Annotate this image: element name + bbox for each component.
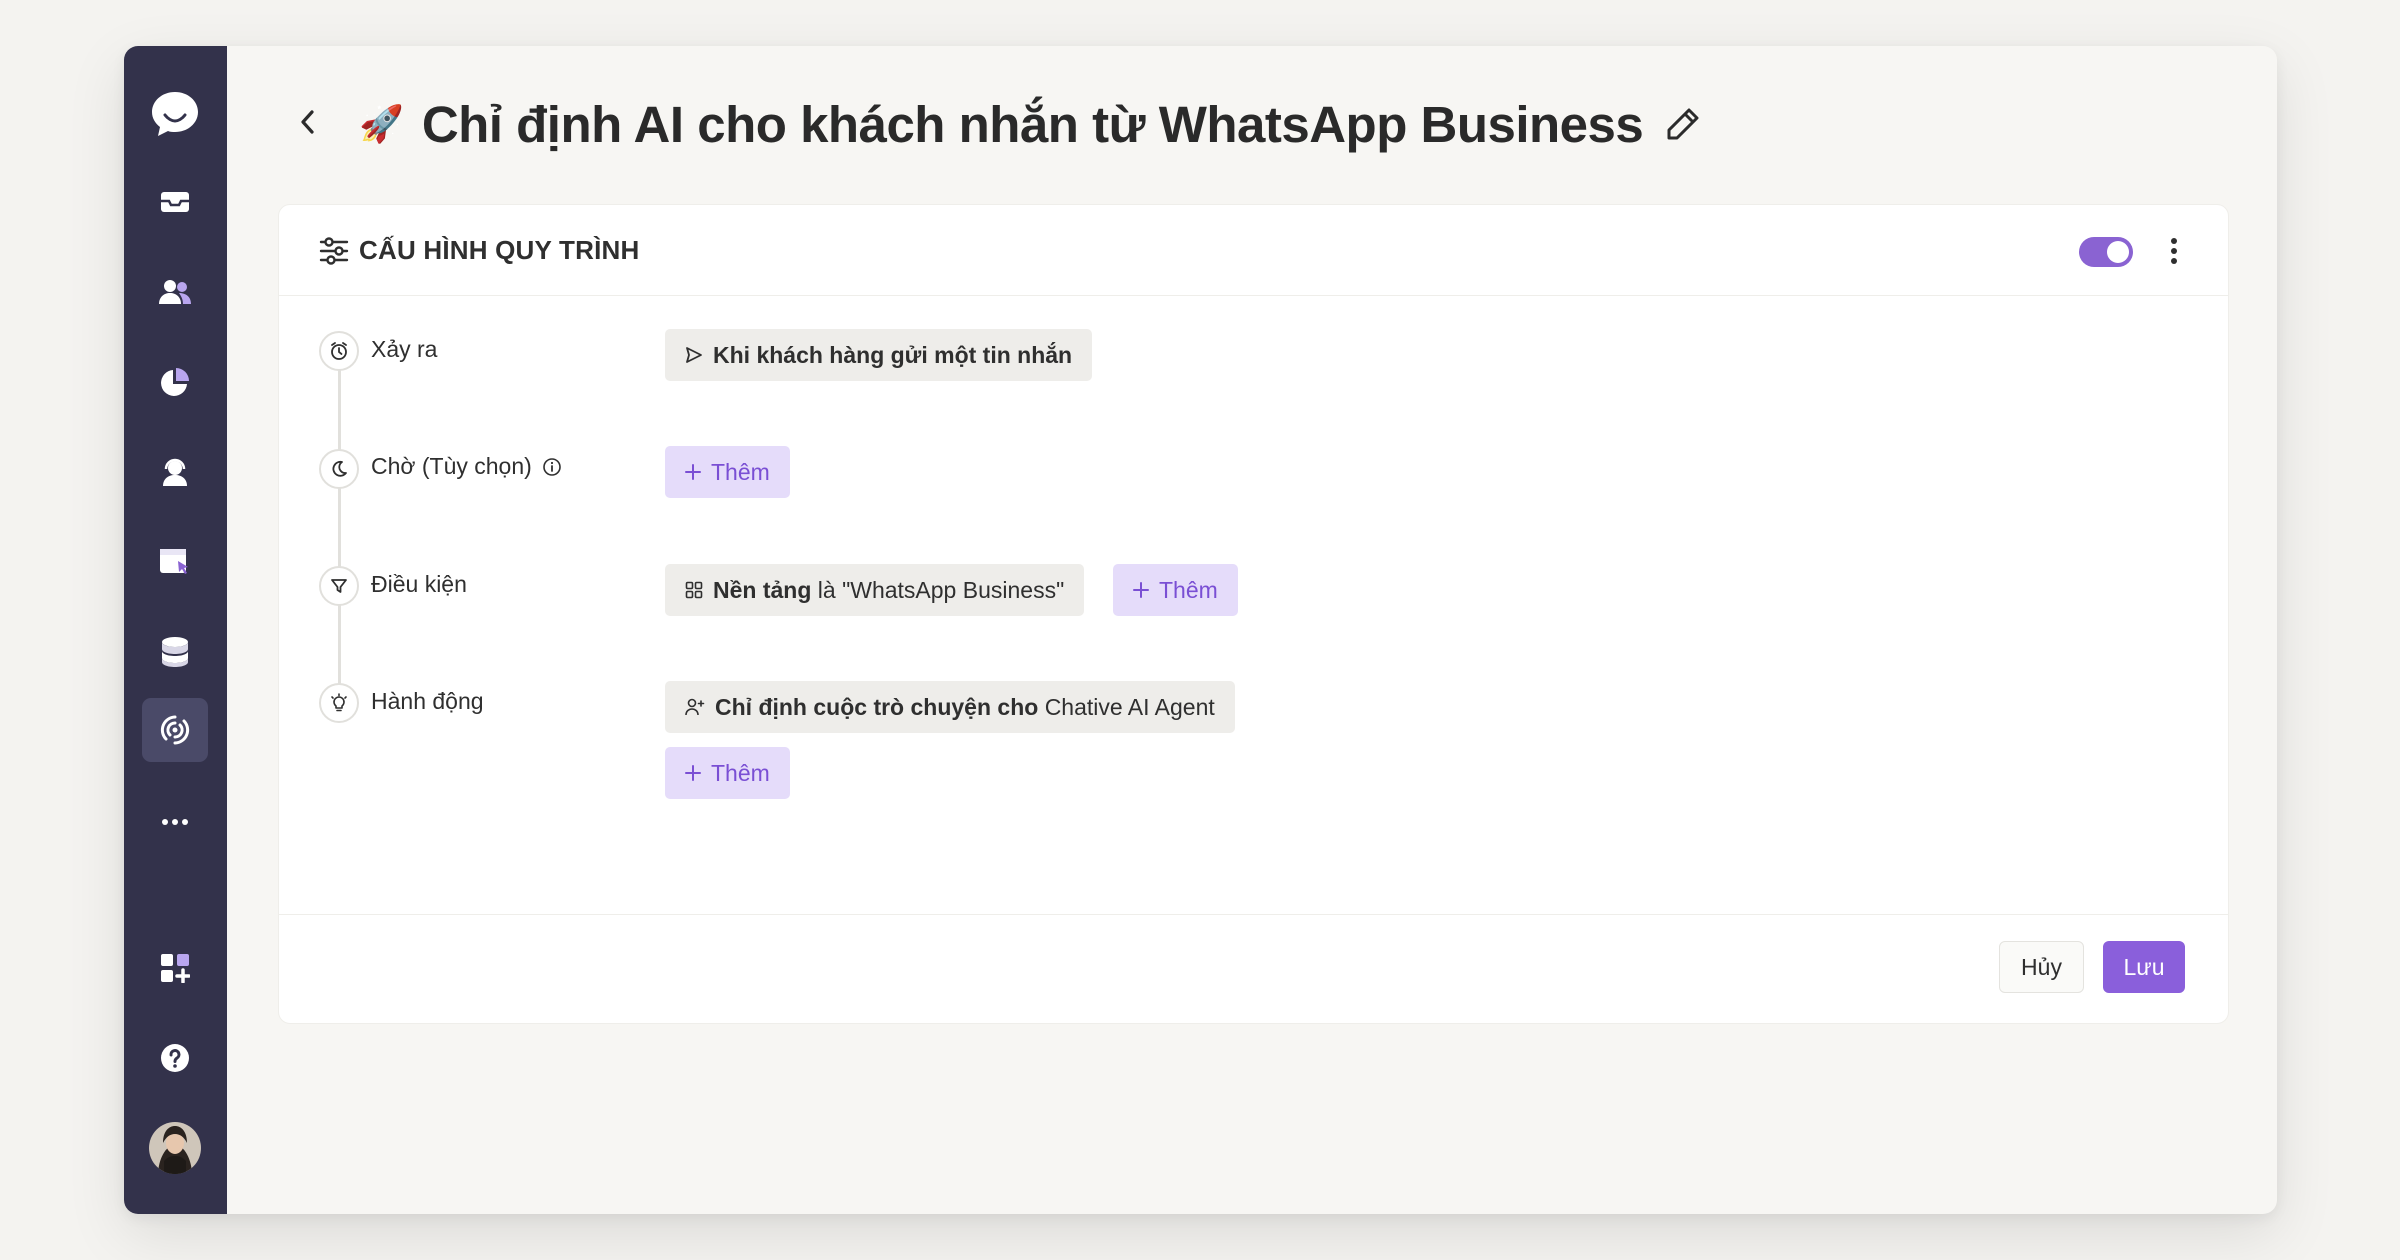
alarm-clock-icon xyxy=(319,331,359,371)
inbox-icon[interactable] xyxy=(142,170,208,234)
more-icon[interactable] xyxy=(142,790,208,854)
send-icon xyxy=(686,347,702,363)
condition-label-text: Điều kiện xyxy=(371,571,467,597)
cancel-button[interactable]: Hủy xyxy=(1999,941,2084,993)
app-window: 🚀 Chỉ định AI cho khách nhắn từ WhatsApp… xyxy=(124,46,2277,1214)
user-assign-icon xyxy=(685,698,705,716)
filter-icon xyxy=(319,566,359,606)
rocket-icon: 🚀 xyxy=(359,103,404,144)
agents-icon[interactable] xyxy=(142,440,208,504)
card-title-wrap: CẤU HÌNH QUY TRÌNH xyxy=(319,205,639,296)
help-icon[interactable] xyxy=(142,1026,208,1090)
plus-icon xyxy=(685,464,701,480)
plus-icon xyxy=(685,765,701,781)
save-button[interactable]: Lưu xyxy=(2103,941,2185,993)
trigger-chip[interactable]: Khi khách hàng gửi một tin nhắn xyxy=(665,329,1093,381)
condition-text: Nền tảng là "WhatsApp Business" xyxy=(713,577,1064,604)
apps-icon[interactable] xyxy=(142,936,208,1000)
condition-add-button[interactable]: Thêm xyxy=(1113,564,1238,616)
reports-icon[interactable] xyxy=(142,350,208,414)
toggle-knob xyxy=(2107,241,2129,263)
workflow-config-card: CẤU HÌNH QUY TRÌNH Xảy ra Khi khách hàng xyxy=(278,204,2229,1024)
sliders-icon xyxy=(319,236,349,265)
automation-icon[interactable] xyxy=(142,698,208,762)
title-row: 🚀 Chỉ định AI cho khách nhắn từ WhatsApp… xyxy=(359,95,1705,153)
action-add-button[interactable]: Thêm xyxy=(665,747,790,799)
card-header: CẤU HÌNH QUY TRÌNH xyxy=(279,205,2228,296)
chat-logo-icon[interactable] xyxy=(142,82,208,146)
step-condition-label: Điều kiện xyxy=(371,571,467,598)
pencil-icon xyxy=(1667,108,1699,140)
database-icon[interactable] xyxy=(142,620,208,684)
avatar[interactable] xyxy=(142,1116,208,1180)
action-add-label: Thêm xyxy=(711,759,770,786)
condition-operator: là xyxy=(817,576,836,603)
campaigns-icon[interactable] xyxy=(142,530,208,594)
action-text: Chỉ định cuộc trò chuyện cho Chative AI … xyxy=(715,694,1215,721)
action-name: Chỉ định cuộc trò chuyện cho xyxy=(715,693,1039,720)
condition-add-label: Thêm xyxy=(1159,576,1218,603)
action-label-text: Hành động xyxy=(371,688,484,714)
contacts-icon[interactable] xyxy=(142,260,208,324)
timeline-line xyxy=(338,355,341,705)
card-title: CẤU HÌNH QUY TRÌNH xyxy=(359,235,640,265)
back-button[interactable] xyxy=(287,102,327,142)
step-action-label: Hành động xyxy=(371,688,484,715)
page-title: Chỉ định AI cho khách nhắn từ WhatsApp B… xyxy=(421,95,1644,153)
info-icon[interactable] xyxy=(542,457,562,477)
condition-value: "WhatsApp Business" xyxy=(842,576,1065,603)
action-chip[interactable]: Chỉ định cuộc trò chuyện cho Chative AI … xyxy=(665,681,1235,733)
edit-title-button[interactable] xyxy=(1661,102,1705,146)
condition-field: Nền tảng xyxy=(713,576,812,603)
card-footer: Hủy Lưu xyxy=(279,914,2228,1023)
wait-add-label: Thêm xyxy=(711,458,770,485)
grid-icon xyxy=(685,581,703,599)
step-trigger-label: Xảy ra xyxy=(371,336,437,363)
trigger-value: Khi khách hàng gửi một tin nhắn xyxy=(713,341,1073,368)
lightbulb-icon xyxy=(319,683,359,723)
action-target: Chative AI Agent xyxy=(1044,693,1215,720)
step-wait-label: Chờ (Tùy chọn) xyxy=(371,453,562,480)
wait-add-button[interactable]: Thêm xyxy=(665,446,790,498)
wait-label-text: Chờ (Tùy chọn) xyxy=(371,453,532,479)
kebab-menu-icon xyxy=(2171,238,2177,264)
moon-icon xyxy=(319,449,359,489)
workflow-enabled-toggle[interactable] xyxy=(2079,237,2133,267)
sidebar xyxy=(124,46,227,1214)
condition-chip[interactable]: Nền tảng là "WhatsApp Business" xyxy=(665,564,1085,616)
plus-icon xyxy=(1133,582,1149,598)
trigger-label-text: Xảy ra xyxy=(371,336,438,362)
main-content: 🚀 Chỉ định AI cho khách nhắn từ WhatsApp… xyxy=(227,46,2277,1214)
more-options-button[interactable] xyxy=(2159,231,2189,271)
